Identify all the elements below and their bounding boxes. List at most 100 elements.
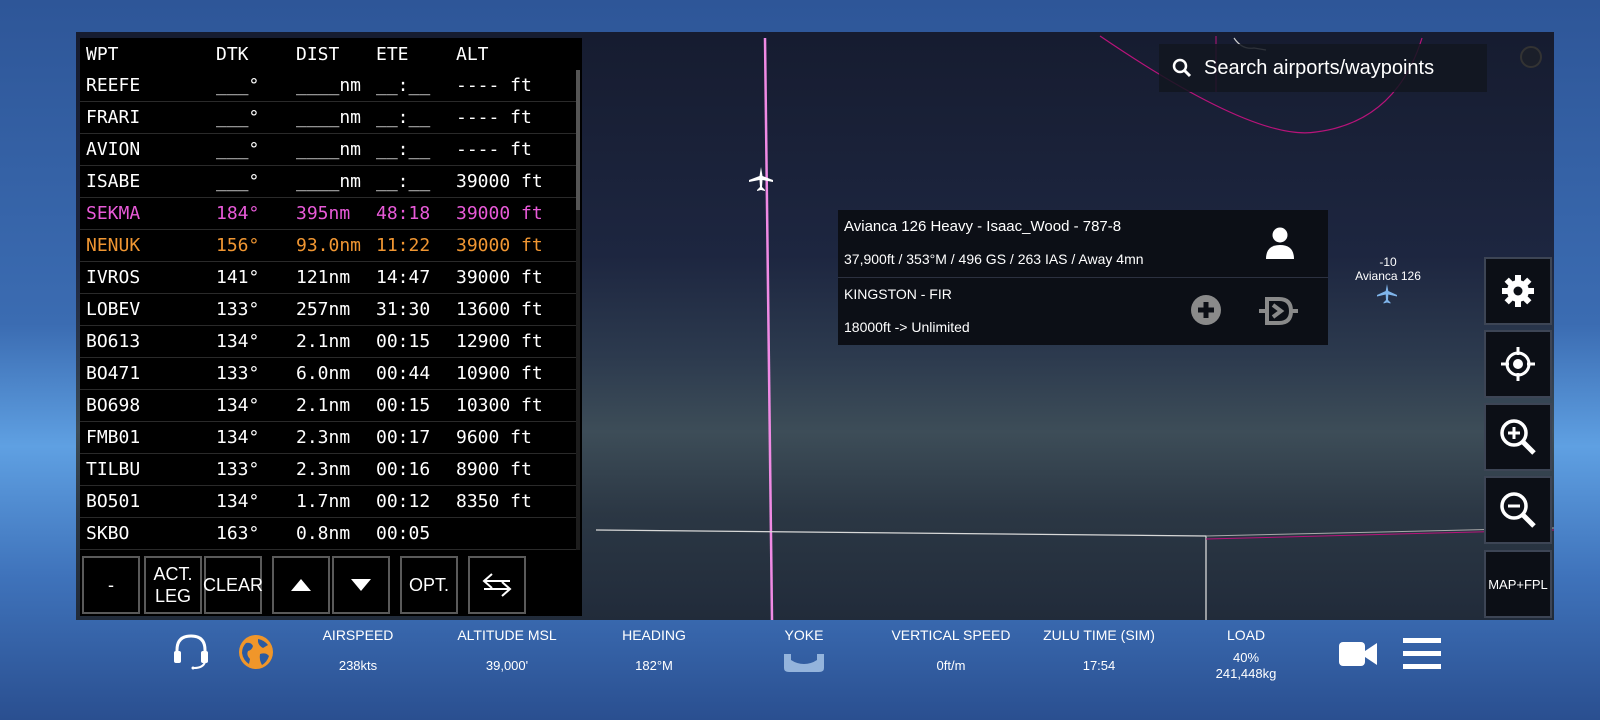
card-altitude-range: 18000ft -> Unlimited [844,319,970,335]
yoke-stat[interactable]: YOKE [772,626,836,679]
headset-icon[interactable] [172,632,210,670]
map-fpl-label: MAP+FPL [1488,576,1548,592]
header-dtk: DTK [216,43,249,65]
flight-plan-row[interactable]: FMB01 134° 2.3nm 00:17 9600 ft [80,422,576,454]
flight-plan-row[interactable]: REEFE ___° ____nm __:__ ---- ft [80,70,576,102]
activate-leg-button[interactable]: ACT. LEG [144,556,202,614]
heading-label: HEADING [622,627,686,643]
flight-plan-row[interactable]: BO613 134° 2.1nm 00:15 12900 ft [80,326,576,358]
move-down-button[interactable] [332,556,390,614]
waypoint-dtk: 133° [216,459,260,480]
zoom-in-button[interactable] [1484,403,1552,471]
flight-plan-row[interactable]: SKBO 163° 0.8nm 00:05 [80,518,576,550]
waypoint-altitude: 12900 ft [456,331,543,352]
tune-frequency-icon[interactable] [1257,296,1299,326]
chevron-down-icon [351,579,371,591]
waypoint-dtk: 133° [216,363,260,384]
center-aircraft-button[interactable] [1484,330,1552,398]
flight-plan-header: WPT DTK DIST ETE ALT [80,38,582,70]
waypoint-distance: 6.0nm [296,363,351,384]
zulu-time-stat: ZULU TIME (SIM) 17:54 [1040,626,1158,674]
waypoint-name: SEKMA [86,203,141,224]
waypoint-altitude: ---- ft [456,75,532,96]
waypoint-dtk: ___° [216,139,260,160]
clear-button[interactable]: CLEAR [203,556,263,614]
remove-waypoint-button[interactable]: - [82,556,140,614]
waypoint-ete: __:__ [376,139,431,160]
status-check-icon[interactable] [1520,46,1542,68]
map-fpl-button[interactable]: MAP+FPL [1484,550,1552,618]
flight-plan-row[interactable]: LOBEV 133° 257nm 31:30 13600 ft [80,294,576,326]
waypoint-ete: 00:15 [376,395,431,416]
waypoint-distance: 0.8nm [296,523,351,544]
vertical-speed-stat: VERTICAL SPEED 0ft/m [890,626,1012,674]
waypoint-name: TILBU [86,459,141,480]
waypoint-ete: 00:16 [376,459,431,480]
load-percent: 40% [1232,650,1260,665]
waypoint-name: SKBO [86,523,130,544]
flight-plan-row[interactable]: TILBU 133° 2.3nm 00:16 8900 ft [80,454,576,486]
header-dist: DIST [296,43,340,65]
waypoint-name: NENUK [86,235,141,256]
flight-plan-row[interactable]: ISABE ___° ____nm __:__ 39000 ft [80,166,576,198]
waypoint-dtk: ___° [216,107,260,128]
zoom-out-icon [1500,492,1536,528]
waypoint-dtk: 134° [216,395,260,416]
waypoint-ete: 00:15 [376,331,431,352]
flight-plan-row[interactable]: SEKMA 184° 395nm 48:18 39000 ft [80,198,576,230]
flight-plan-row[interactable]: IVROS 141° 121nm 14:47 39000 ft [80,262,576,294]
header-wpt: WPT [86,43,119,65]
reverse-route-button[interactable] [468,556,526,614]
waypoint-name: AVION [86,139,141,160]
crosshair-icon [1501,347,1535,381]
traffic-aircraft-icon[interactable] [1376,283,1398,305]
search-waypoints-input[interactable]: Search airports/waypoints [1159,44,1487,92]
active-route-line [763,37,774,620]
waypoint-name: BO501 [86,491,141,512]
move-up-button[interactable] [272,556,330,614]
waypoint-ete: __:__ [376,75,431,96]
heading-stat: HEADING 182°M [614,626,694,674]
aircraft-info-card[interactable]: Avianca 126 Heavy - Isaac_Wood - 787-8 3… [838,210,1328,345]
flight-plan-row[interactable]: BO471 133° 6.0nm 00:44 10900 ft [80,358,576,390]
flight-plan-row[interactable]: BO698 134° 2.1nm 00:15 10300 ft [80,390,576,422]
user-profile-icon[interactable] [1265,226,1295,260]
search-placeholder: Search airports/waypoints [1204,56,1435,79]
load-weight: 241,448kg [1215,666,1277,681]
hamburger-menu-icon[interactable] [1402,636,1442,672]
flight-plan-scrollbar[interactable] [576,70,580,550]
altitude-value: 39,000' [485,658,529,673]
scrollbar-thumb[interactable] [576,70,580,210]
waypoint-altitude: 39000 ft [456,203,543,224]
waypoint-name: BO698 [86,395,141,416]
waypoint-ete: 48:18 [376,203,431,224]
gear-icon [1502,275,1534,307]
load-stat: LOAD 40% 241,448kg [1198,626,1294,682]
altitude-stat: ALTITUDE MSL 39,000' [456,626,558,674]
zulu-time-label: ZULU TIME (SIM) [1043,627,1155,643]
zoom-out-button[interactable] [1484,476,1552,544]
zoom-in-icon [1500,419,1536,455]
flight-plan-row[interactable]: AVION ___° ____nm __:__ ---- ft [80,134,576,166]
waypoint-altitude: 39000 ft [456,171,543,192]
card-title: Avianca 126 Heavy - Isaac_Wood - 787-8 [844,218,1122,235]
flight-plan-row[interactable]: FRARI ___° ____nm __:__ ---- ft [80,102,576,134]
globe-icon[interactable] [238,634,274,670]
settings-button[interactable] [1484,257,1552,325]
flight-plan-row[interactable]: BO501 134° 1.7nm 00:12 8350 ft [80,486,576,518]
waypoint-ete: 11:22 [376,235,431,256]
altitude-label: ALTITUDE MSL [457,627,557,643]
waypoint-dtk: 163° [216,523,260,544]
waypoint-dtk: 134° [216,491,260,512]
waypoint-distance: 395nm [296,203,351,224]
waypoint-name: FRARI [86,107,141,128]
options-button[interactable]: OPT. [400,556,458,614]
add-circle-icon[interactable] [1190,294,1222,326]
waypoint-distance: 93.0nm [296,235,362,256]
card-fir: KINGSTON - FIR [844,286,952,302]
camera-icon[interactable] [1338,640,1378,668]
waypoint-dtk: ___° [216,75,260,96]
waypoint-dtk: 133° [216,299,260,320]
header-ete: ETE [376,43,409,65]
flight-plan-row[interactable]: NENUK 156° 93.0nm 11:22 39000 ft [80,230,576,262]
